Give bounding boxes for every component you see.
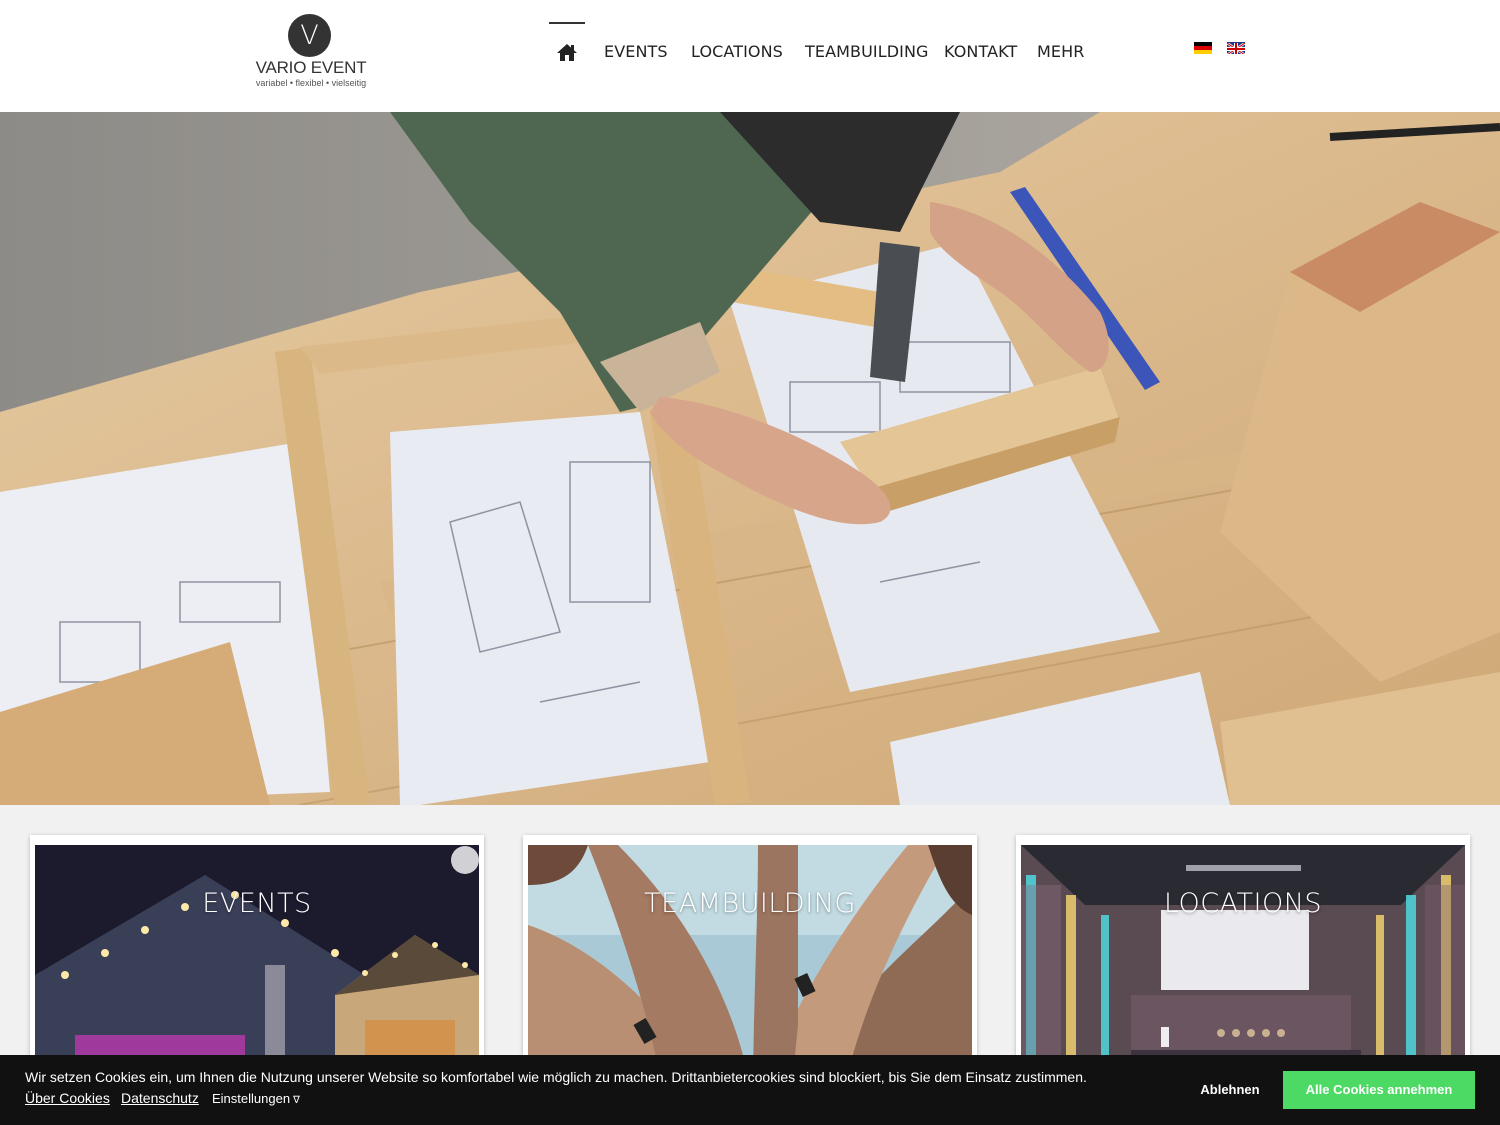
card-locations-title: LOCATIONS	[1163, 888, 1323, 919]
nav-home[interactable]	[549, 22, 585, 66]
site-header: V VARIO EVENT variabel • flexibel • viel…	[0, 0, 1500, 112]
nav-teambuilding[interactable]: TEAMBUILDING	[805, 42, 929, 61]
cookie-settings-toggle[interactable]: Einstellungen ∇	[212, 1091, 300, 1106]
chevron-down-icon: ∇	[293, 1095, 300, 1106]
nav-locations[interactable]: LOCATIONS	[691, 42, 783, 61]
german-flag-icon[interactable]	[1194, 42, 1212, 54]
home-icon	[557, 44, 577, 61]
nav-events[interactable]: EVENTS	[604, 42, 668, 61]
woodworking-teambuilding-photo	[0, 112, 1500, 805]
card-events-title: EVENTS	[202, 888, 312, 919]
uk-flag-icon[interactable]	[1227, 42, 1245, 54]
logo[interactable]: V VARIO EVENT variabel • flexibel • viel…	[250, 14, 372, 90]
cookie-settings-label: Einstellungen	[212, 1091, 291, 1106]
privacy-link[interactable]: Datenschutz	[121, 1090, 199, 1106]
nav-mehr[interactable]: MEHR	[1037, 42, 1084, 61]
cookie-banner: Wir setzen Cookies ein, um Ihnen die Nut…	[0, 1055, 1500, 1125]
logo-tagline: variabel • flexibel • vielseitig	[255, 78, 367, 88]
logo-mark: V	[288, 14, 331, 57]
logo-name: VARIO EVENT	[255, 58, 367, 77]
nav-kontakt[interactable]: KONTAKT	[944, 42, 1017, 61]
hero-image	[0, 112, 1500, 805]
about-cookies-link[interactable]: Über Cookies	[25, 1090, 110, 1106]
decline-cookies-button[interactable]: Ablehnen	[1188, 1071, 1272, 1109]
accept-all-cookies-button[interactable]: Alle Cookies annehmen	[1283, 1071, 1475, 1109]
cookie-message: Wir setzen Cookies ein, um Ihnen die Nut…	[25, 1069, 1087, 1085]
card-teambuilding-title: TEAMBUILDING	[644, 888, 856, 919]
